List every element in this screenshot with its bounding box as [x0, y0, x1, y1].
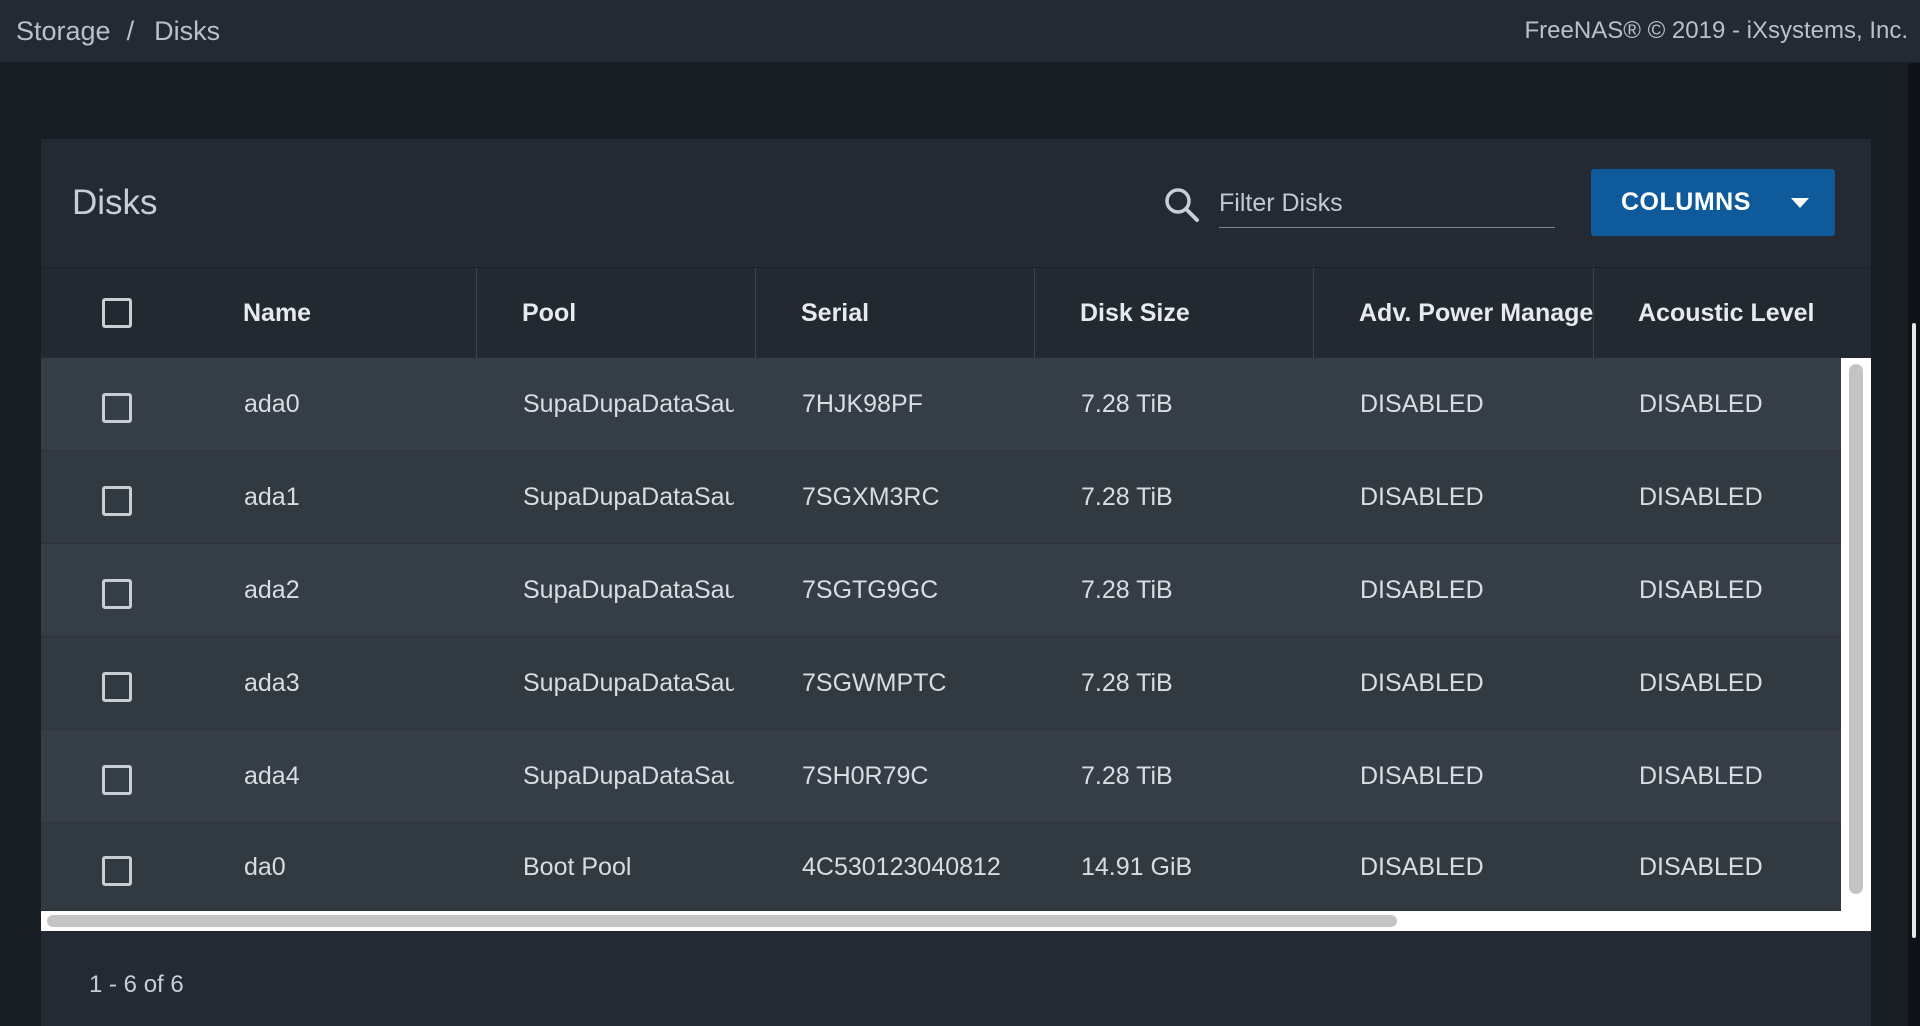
table-row[interactable]: ada1 SupaDupaDataSauce 7SGXM3RC 7.28 TiB…: [41, 451, 1841, 544]
cell-name: ada0: [244, 390, 300, 418]
cell-serial: 7SGXM3RC: [802, 483, 940, 511]
breadcrumb-separator: /: [126, 15, 135, 46]
cell-pool: Boot Pool: [523, 852, 632, 881]
column-header-pool[interactable]: Pool: [522, 268, 752, 358]
cell-acoustic-level: DISABLED: [1639, 762, 1763, 790]
table-row[interactable]: ada2 SupaDupaDataSauce 7SGTG9GC 7.28 TiB…: [41, 544, 1841, 637]
column-divider[interactable]: [1313, 268, 1314, 358]
cell-disk-size: 7.28 TiB: [1081, 762, 1173, 790]
cell-name: ada1: [244, 483, 300, 511]
table-row[interactable]: ada4 SupaDupaDataSauce 7SH0R79C 7.28 TiB…: [41, 730, 1841, 823]
cell-disk-size: 7.28 TiB: [1081, 669, 1173, 697]
page-scrollbar[interactable]: [1912, 323, 1916, 938]
cell-acoustic-level: DISABLED: [1639, 576, 1763, 604]
breadcrumb-storage[interactable]: Storage: [16, 16, 111, 47]
row-checkbox[interactable]: [102, 765, 132, 795]
row-checkbox[interactable]: [102, 393, 132, 423]
cell-serial: 7SGTG9GC: [802, 576, 939, 604]
cell-acoustic-level: DISABLED: [1639, 669, 1763, 697]
page-right-edge: [1908, 63, 1920, 1026]
cell-disk-size: 14.91 GiB: [1081, 852, 1193, 881]
filter-field: [1219, 179, 1555, 228]
search-icon: [1165, 188, 1199, 222]
select-all-checkbox[interactable]: [102, 298, 132, 328]
table-horizontal-scrollbar[interactable]: [47, 915, 1397, 927]
cell-adv-power-management: DISABLED: [1360, 576, 1484, 604]
breadcrumb: Storage / Disks: [16, 16, 220, 47]
cell-serial: 4C530123040812: [802, 852, 1001, 881]
column-divider[interactable]: [1593, 268, 1594, 358]
cell-serial: 7SH0R79C: [802, 762, 929, 790]
cell-serial: 7SGWMPTC: [802, 669, 947, 697]
card-header: Disks COLUMNS: [41, 139, 1871, 268]
cell-adv-power-management: DISABLED: [1360, 390, 1484, 418]
cell-acoustic-level: DISABLED: [1639, 390, 1763, 418]
cell-disk-size: 7.28 TiB: [1081, 576, 1173, 604]
filter-disks-input[interactable]: [1219, 179, 1555, 227]
cell-adv-power-management: DISABLED: [1360, 852, 1484, 881]
table-body: ada0 SupaDupaDataSauce 7HJK98PF 7.28 TiB…: [41, 358, 1871, 931]
table-row[interactable]: ada0 SupaDupaDataSauce 7HJK98PF 7.28 TiB…: [41, 358, 1841, 451]
cell-name: ada4: [244, 762, 300, 790]
page-title: Disks: [72, 183, 158, 222]
column-header-name[interactable]: Name: [243, 268, 473, 358]
cell-acoustic-level: DISABLED: [1639, 483, 1763, 511]
row-checkbox[interactable]: [102, 579, 132, 609]
top-bar: Storage / Disks FreeNAS® © 2019 - iXsyst…: [0, 0, 1920, 63]
column-divider[interactable]: [1034, 268, 1035, 358]
disks-card: Disks COLUMNS Name Pool Serial Disk Size…: [41, 139, 1871, 1026]
cell-adv-power-management: DISABLED: [1360, 669, 1484, 697]
column-divider[interactable]: [755, 268, 756, 358]
cell-pool: SupaDupaDataSauce: [523, 762, 734, 790]
cell-name: da0: [244, 852, 286, 881]
column-header-disk-size[interactable]: Disk Size: [1080, 268, 1310, 358]
column-header-serial[interactable]: Serial: [801, 268, 1031, 358]
columns-button-label: COLUMNS: [1621, 188, 1751, 216]
table-vertical-scrollbar[interactable]: [1849, 364, 1863, 894]
cell-name: ada2: [244, 576, 300, 604]
cell-adv-power-management: DISABLED: [1360, 762, 1484, 790]
table-row[interactable]: da0 Boot Pool 4C530123040812 14.91 GiB D…: [41, 823, 1841, 911]
row-checkbox[interactable]: [102, 486, 132, 516]
cell-pool: SupaDupaDataSauce: [523, 576, 734, 604]
cell-pool: SupaDupaDataSauce: [523, 483, 734, 511]
caret-down-icon: [1791, 198, 1809, 208]
row-checkbox[interactable]: [102, 672, 132, 702]
columns-button[interactable]: COLUMNS: [1591, 169, 1835, 236]
cell-name: ada3: [244, 669, 300, 697]
cell-serial: 7HJK98PF: [802, 390, 923, 418]
table-header: Name Pool Serial Disk Size Adv. Power Ma…: [41, 268, 1871, 358]
breadcrumb-disks: Disks: [154, 15, 221, 46]
cell-disk-size: 7.28 TiB: [1081, 483, 1173, 511]
table-row[interactable]: ada3 SupaDupaDataSauce 7SGWMPTC 7.28 TiB…: [41, 637, 1841, 730]
column-header-acoustic-level[interactable]: Acoustic Level: [1638, 268, 1868, 358]
cell-pool: SupaDupaDataSauce: [523, 669, 734, 697]
cell-adv-power-management: DISABLED: [1360, 483, 1484, 511]
column-header-adv-power-management[interactable]: Adv. Power Management: [1359, 268, 1593, 358]
cell-disk-size: 7.28 TiB: [1081, 390, 1173, 418]
pagination-info: 1 - 6 of 6: [89, 971, 184, 998]
cell-acoustic-level: DISABLED: [1639, 852, 1763, 881]
row-checkbox[interactable]: [102, 856, 132, 886]
copyright-text: FreeNAS® © 2019 - iXsystems, Inc.: [1524, 17, 1908, 44]
column-divider[interactable]: [476, 268, 477, 358]
cell-pool: SupaDupaDataSauce: [523, 390, 734, 418]
